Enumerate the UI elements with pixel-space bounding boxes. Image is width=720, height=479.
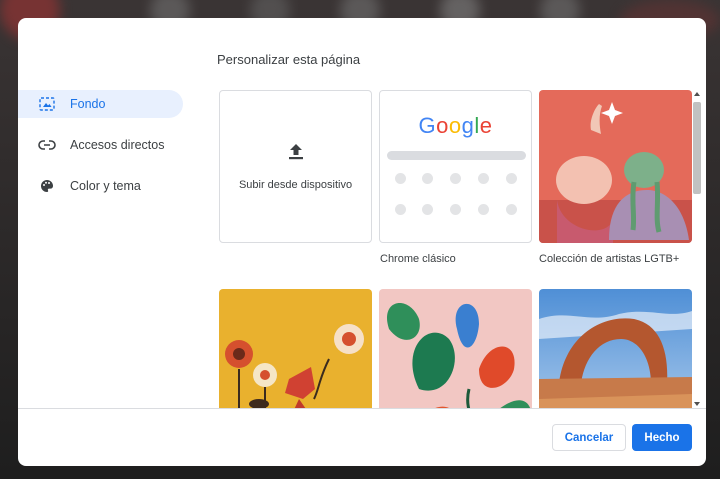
- sidebar-item-label: Fondo: [70, 97, 106, 111]
- shortcut-dot: [450, 173, 461, 184]
- flower-art-tile[interactable]: [219, 289, 372, 408]
- shortcut-dot: [422, 173, 433, 184]
- sidebar-item-shortcuts[interactable]: Accesos directos: [18, 131, 188, 159]
- palette-icon: [38, 177, 56, 195]
- background-icon: [38, 95, 56, 113]
- arch-landscape-image: [539, 289, 692, 408]
- dialog-title: Personalizar esta página: [217, 52, 361, 67]
- shortcut-dot: [422, 204, 433, 215]
- link-icon: [38, 136, 56, 154]
- sidebar-item-label: Color y tema: [70, 179, 141, 193]
- leaves-art-tile[interactable]: [379, 289, 532, 408]
- shortcut-dot: [506, 204, 517, 215]
- search-box-placeholder: [387, 151, 526, 160]
- sidebar-item-color-theme[interactable]: Color y tema: [18, 172, 188, 200]
- shortcut-dot: [395, 173, 406, 184]
- upload-tile[interactable]: Subir desde dispositivo: [219, 90, 372, 243]
- google-logo: Google: [418, 113, 493, 138]
- lgbt-artists-tile[interactable]: [539, 90, 692, 243]
- shortcut-dot: [450, 204, 461, 215]
- shortcut-dot: [395, 204, 406, 215]
- scroll-thumb[interactable]: [693, 102, 701, 194]
- arch-landscape-tile[interactable]: [539, 289, 692, 408]
- cancel-button[interactable]: Cancelar: [552, 424, 626, 451]
- shortcut-dot: [506, 173, 517, 184]
- shortcut-dot: [478, 173, 489, 184]
- shortcut-dot: [478, 204, 489, 215]
- upload-icon: [286, 142, 306, 167]
- sidebar-item-label: Accesos directos: [70, 138, 165, 152]
- footer-divider: [18, 408, 706, 409]
- background-grid: Subir desde dispositivo Google Chrome cl…: [219, 90, 693, 408]
- scroll-up-icon[interactable]: [694, 92, 700, 96]
- flower-artwork-image: [219, 289, 372, 408]
- done-button[interactable]: Hecho: [632, 424, 692, 451]
- grid-scrollbar[interactable]: [691, 90, 703, 408]
- customize-dialog: Personalizar esta página Fondo Accesos d…: [18, 18, 706, 466]
- sidebar: Fondo Accesos directos Color y tema: [18, 90, 188, 213]
- lgbt-artwork-image: [539, 90, 692, 243]
- lgbt-artists-caption: Colección de artistas LGTB+: [539, 253, 680, 265]
- upload-label: Subir desde dispositivo: [238, 179, 353, 191]
- sidebar-item-background[interactable]: Fondo: [18, 90, 183, 118]
- chrome-classic-caption: Chrome clásico: [380, 253, 456, 265]
- chrome-classic-tile[interactable]: Google: [379, 90, 532, 243]
- leaves-artwork-image: [379, 289, 532, 408]
- scroll-down-icon[interactable]: [694, 402, 700, 406]
